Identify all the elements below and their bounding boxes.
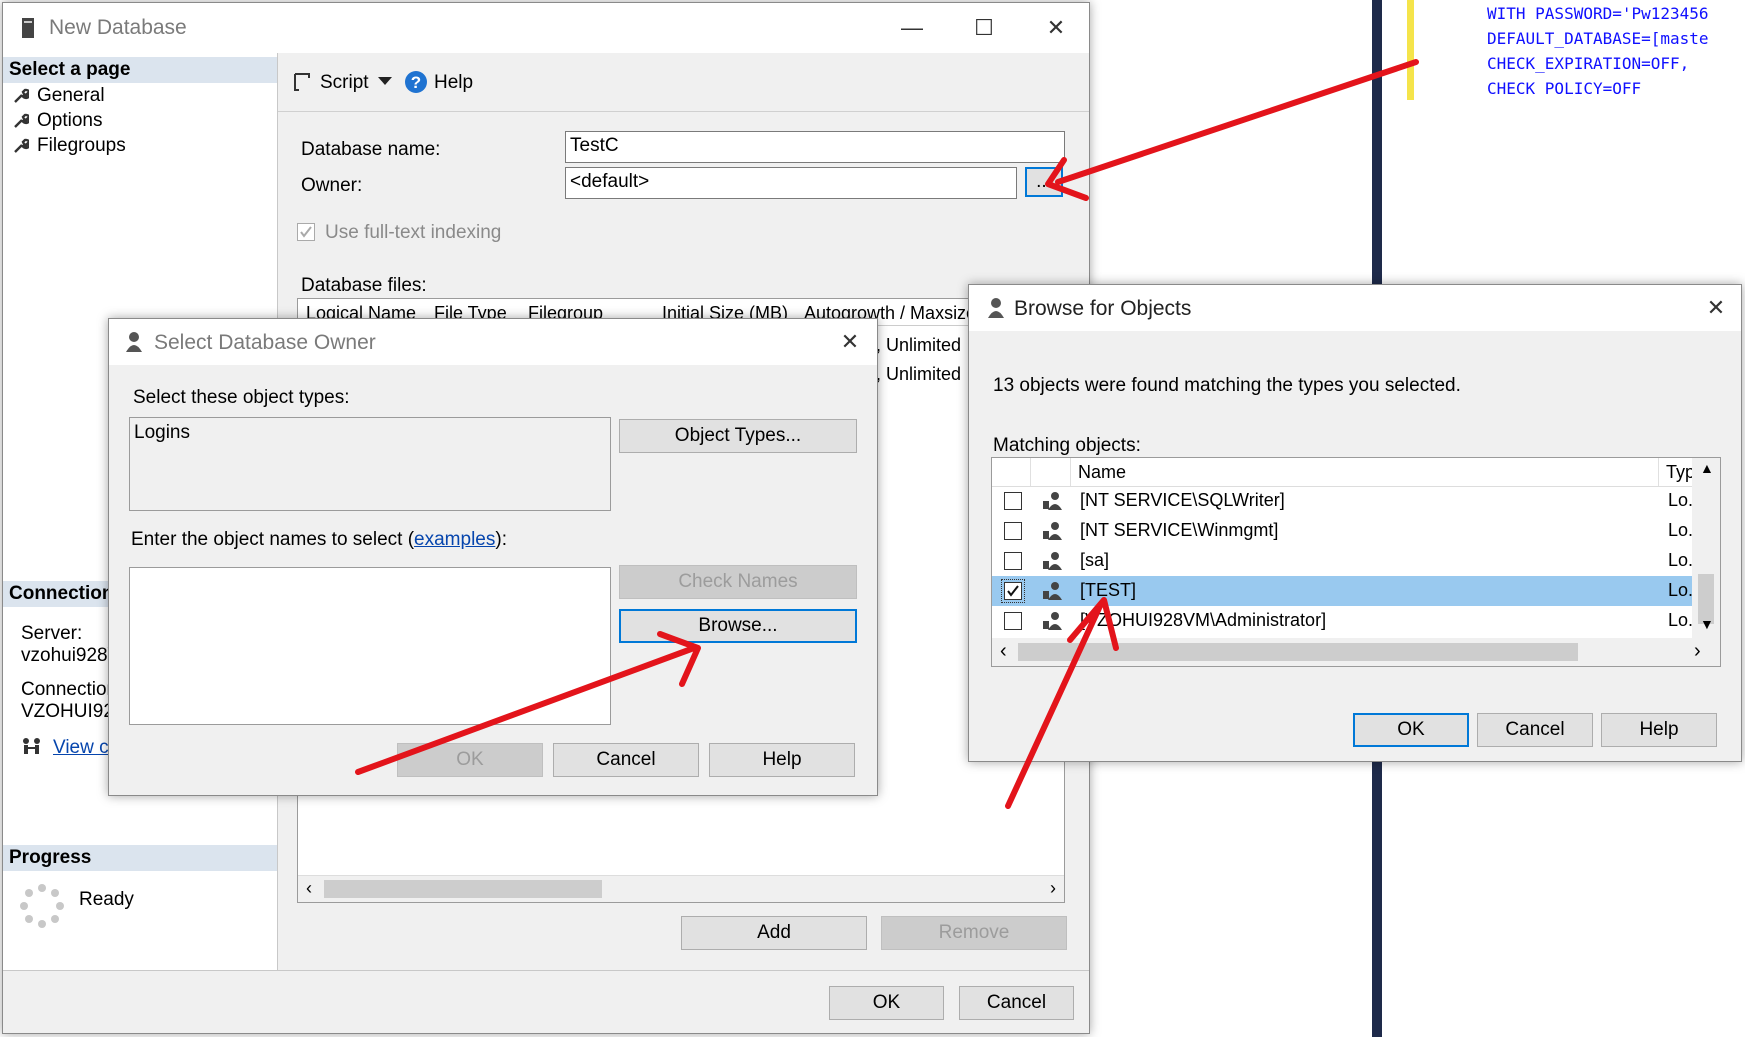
annotation-arrow [355,631,701,775]
annotation-arrow [1005,597,1119,809]
annotation-arrows [355,59,1419,809]
annotation-arrow [1045,59,1419,201]
